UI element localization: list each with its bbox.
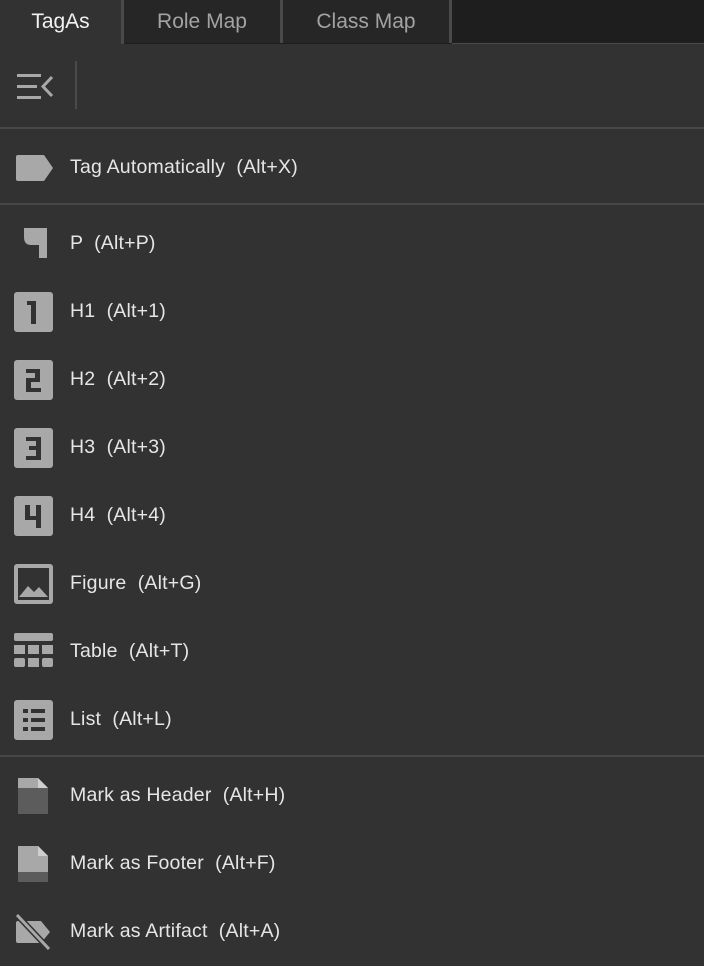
item-label: P (Alt+P) — [70, 232, 156, 254]
divider — [0, 755, 704, 757]
header-page-icon — [14, 776, 54, 816]
footer-page-icon — [14, 844, 54, 884]
tab-role-map[interactable]: Role Map — [124, 0, 283, 43]
tag-automatically-item[interactable]: Tag Automatically (Alt+X) — [0, 135, 704, 199]
tag-icon — [14, 148, 54, 188]
toolbar — [0, 45, 704, 127]
tag-h4-item[interactable]: H4 (Alt+4) — [0, 483, 704, 547]
h2-icon — [14, 360, 54, 400]
tag-list-item[interactable]: List (Alt+L) — [0, 687, 704, 751]
tag-table-item[interactable]: Table (Alt+T) — [0, 619, 704, 683]
tag-h2-item[interactable]: H2 (Alt+2) — [0, 347, 704, 411]
collapse-panel-icon[interactable] — [14, 71, 56, 103]
tag-figure-item[interactable]: Figure (Alt+G) — [0, 551, 704, 615]
h3-icon — [14, 428, 54, 468]
divider — [0, 203, 704, 205]
item-label: List (Alt+L) — [70, 708, 172, 730]
tag-p-item[interactable]: P (Alt+P) — [0, 211, 704, 275]
tag-h3-item[interactable]: H3 (Alt+3) — [0, 415, 704, 479]
tab-bar: TagAs Role Map Class Map — [0, 0, 704, 44]
h4-icon — [14, 496, 54, 536]
item-label: H1 (Alt+1) — [70, 300, 166, 322]
divider — [0, 127, 704, 129]
item-label: Tag Automatically (Alt+X) — [70, 156, 298, 178]
item-label: H4 (Alt+4) — [70, 504, 166, 526]
mark-as-header-item[interactable]: Mark as Header (Alt+H) — [0, 763, 704, 827]
item-label: Table (Alt+T) — [70, 640, 190, 662]
tab-tagas[interactable]: TagAs — [0, 0, 124, 44]
tab-class-map[interactable]: Class Map — [283, 0, 452, 43]
image-icon — [14, 564, 54, 604]
toolbar-separator — [75, 61, 77, 109]
tag-h1-item[interactable]: H1 (Alt+1) — [0, 279, 704, 343]
table-icon — [14, 632, 54, 672]
artifact-hidden-icon — [14, 912, 54, 952]
item-label: Mark as Artifact (Alt+A) — [70, 920, 281, 942]
mark-as-artifact-item[interactable]: Mark as Artifact (Alt+A) — [0, 899, 704, 963]
paragraph-icon — [14, 224, 54, 264]
item-label: H2 (Alt+2) — [70, 368, 166, 390]
item-label: Mark as Header (Alt+H) — [70, 784, 286, 806]
h1-icon — [14, 292, 54, 332]
list-icon — [14, 700, 54, 740]
item-label: Figure (Alt+G) — [70, 572, 202, 594]
tab-bar-border — [452, 43, 704, 44]
mark-as-footer-item[interactable]: Mark as Footer (Alt+F) — [0, 831, 704, 895]
item-label: H3 (Alt+3) — [70, 436, 166, 458]
item-label: Mark as Footer (Alt+F) — [70, 852, 276, 874]
